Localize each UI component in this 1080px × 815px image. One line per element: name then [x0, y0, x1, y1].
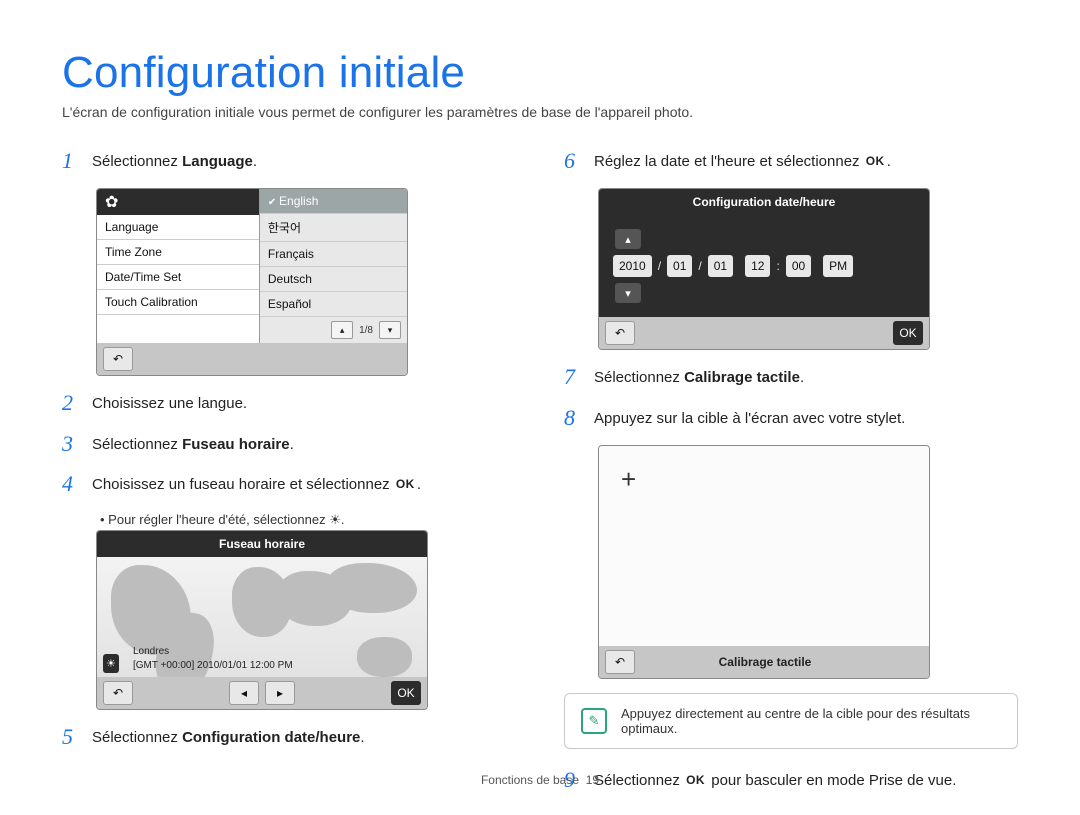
- step-text: Sélectionnez: [92, 729, 182, 746]
- step-number: 4: [62, 471, 92, 497]
- step-text: .: [800, 369, 804, 386]
- prev-icon[interactable]: ◂: [229, 681, 259, 705]
- screen-calibration: + ↶ Calibrage tactile: [598, 445, 930, 679]
- sun-icon: ☀: [329, 512, 341, 528]
- step-text: Choisissez une langue.: [92, 390, 247, 414]
- screen-timezone: Fuseau horaire ☀ Londres [GMT +00:00] 20…: [96, 530, 428, 710]
- page-title: Configuration initiale: [62, 48, 1018, 98]
- dt-sep: /: [658, 255, 661, 277]
- lang-option-korean[interactable]: 한국어: [260, 214, 407, 242]
- next-icon[interactable]: ▸: [265, 681, 295, 705]
- step-number: 6: [564, 148, 594, 174]
- screen-calibration-title: Calibrage tactile: [641, 655, 889, 669]
- dt-ampm[interactable]: PM: [823, 255, 853, 277]
- page-footer: Fonctions de base 19: [0, 773, 1080, 787]
- lang-option-francais[interactable]: Français: [260, 242, 407, 267]
- calibration-area[interactable]: +: [599, 446, 929, 646]
- lang-option-espanol[interactable]: Español: [260, 292, 407, 317]
- ok-icon: OK: [394, 476, 417, 492]
- dt-hour[interactable]: 12: [745, 255, 770, 277]
- step-number: 2: [62, 390, 92, 416]
- screen-datetime-title: Configuration date/heure: [599, 189, 929, 215]
- lang-option-deutsch[interactable]: Deutsch: [260, 267, 407, 292]
- step-8: 8 Appuyez sur la cible à l'écran avec vo…: [564, 405, 1018, 431]
- note-callout: ✎ Appuyez directement au centre de la ci…: [564, 693, 1018, 749]
- ok-button[interactable]: OK: [391, 681, 421, 705]
- timezone-city: Londres: [133, 646, 169, 657]
- step-7: 7 Sélectionnez Calibrage tactile.: [564, 364, 1018, 390]
- step-text: Sélectionnez: [92, 436, 182, 453]
- step-text: Appuyez sur la cible à l'écran avec votr…: [594, 405, 905, 429]
- value-down-icon[interactable]: ▾: [615, 283, 641, 303]
- step-text: Réglez la date et l'heure et sélectionne…: [594, 153, 864, 170]
- step-bold: Fuseau horaire: [182, 436, 290, 453]
- step-bold: Language: [182, 153, 253, 170]
- step-number: 8: [564, 405, 594, 431]
- lang-option-english[interactable]: English: [260, 189, 407, 214]
- menu-item-language[interactable]: Language: [97, 215, 259, 240]
- step-2: 2 Choisissez une langue.: [62, 390, 516, 416]
- footer-page-number: 19: [586, 773, 599, 787]
- menu-item-datetime[interactable]: Date/Time Set: [97, 265, 259, 290]
- step-3: 3 Sélectionnez Fuseau horaire.: [62, 431, 516, 457]
- value-up-icon[interactable]: ▴: [615, 229, 641, 249]
- ok-icon: OK: [864, 153, 887, 169]
- step-text: Choisissez un fuseau horaire et sélectio…: [92, 476, 394, 493]
- step-text: Sélectionnez: [92, 153, 182, 170]
- back-icon[interactable]: ↶: [605, 321, 635, 345]
- step-6: 6 Réglez la date et l'heure et sélection…: [564, 148, 1018, 174]
- step-number: 7: [564, 364, 594, 390]
- step-text: .: [290, 436, 294, 453]
- note-icon: ✎: [581, 708, 607, 734]
- step-number: 5: [62, 724, 92, 750]
- back-icon[interactable]: ↶: [605, 650, 635, 674]
- step-4: 4 Choisissez un fuseau horaire et sélect…: [62, 471, 516, 497]
- world-map[interactable]: ☀ Londres [GMT +00:00] 2010/01/01 12:00 …: [97, 557, 427, 677]
- footer-section: Fonctions de base: [481, 773, 579, 787]
- back-icon[interactable]: ↶: [103, 347, 133, 371]
- lang-pager-label: 1/8: [359, 325, 373, 336]
- step-5: 5 Sélectionnez Configuration date/heure.: [62, 724, 516, 750]
- screen-timezone-title: Fuseau horaire: [97, 531, 427, 557]
- step-text: .: [887, 153, 891, 170]
- screen-datetime: Configuration date/heure ▴ 2010 / 01 / 0…: [598, 188, 930, 350]
- dst-toggle-icon[interactable]: ☀: [103, 654, 119, 673]
- ok-button[interactable]: OK: [893, 321, 923, 345]
- dt-year[interactable]: 2010: [613, 255, 652, 277]
- step-number: 3: [62, 431, 92, 457]
- page-down-icon[interactable]: ▾: [379, 321, 401, 339]
- dt-month[interactable]: 01: [667, 255, 692, 277]
- step-text: .: [417, 476, 421, 493]
- gear-icon: ✿: [105, 192, 118, 212]
- timezone-gmt: [GMT +00:00] 2010/01/01 12:00 PM: [133, 660, 293, 671]
- step-1: 1 Sélectionnez Language.: [62, 148, 516, 174]
- calibration-target-icon[interactable]: +: [621, 464, 636, 495]
- step-bold: Calibrage tactile: [684, 369, 800, 386]
- step-text: .: [253, 153, 257, 170]
- step-text: .: [360, 729, 364, 746]
- page-intro: L'écran de configuration initiale vous p…: [62, 104, 1018, 120]
- screen-language: ✿ Language Time Zone Date/Time Set Touch…: [96, 188, 408, 376]
- menu-item-touch-calibration[interactable]: Touch Calibration: [97, 290, 259, 315]
- step-text: Sélectionnez: [594, 369, 684, 386]
- step-number: 1: [62, 148, 92, 174]
- step-4-subnote: Pour régler l'heure d'été, sélectionnez …: [100, 512, 516, 528]
- dt-minute[interactable]: 00: [786, 255, 811, 277]
- page-up-icon[interactable]: ▴: [331, 321, 353, 339]
- step-bold: Configuration date/heure: [182, 729, 360, 746]
- back-icon[interactable]: ↶: [103, 681, 133, 705]
- note-text: Appuyez directement au centre de la cibl…: [621, 706, 1001, 736]
- dt-sep: /: [698, 255, 701, 277]
- menu-item-timezone[interactable]: Time Zone: [97, 240, 259, 265]
- dt-sep: :: [776, 255, 779, 277]
- dt-day[interactable]: 01: [708, 255, 733, 277]
